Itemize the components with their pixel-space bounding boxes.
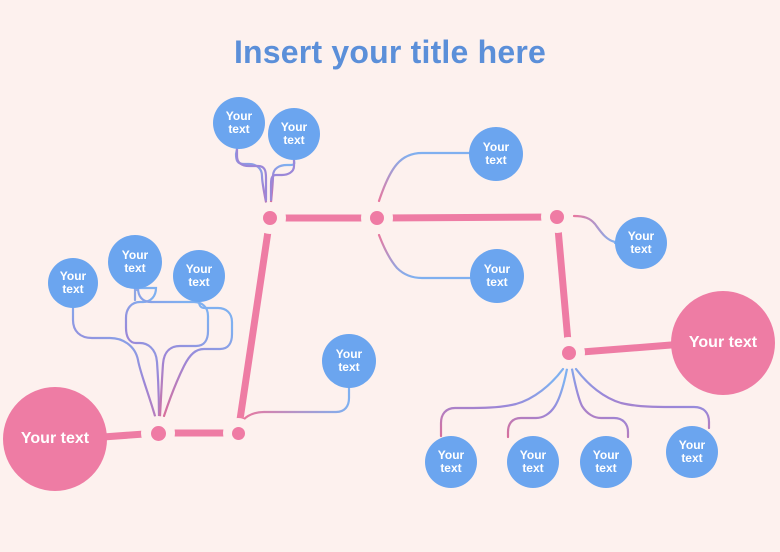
bubble-left-b-label: Your text (121, 248, 149, 275)
bubble-center[interactable]: Your text (322, 334, 376, 388)
joint-top-2[interactable] (361, 202, 393, 234)
bubble-bottom-a-label: Your text (437, 448, 465, 475)
bubble-left-c-label: Your text (185, 262, 213, 289)
bubble-mid-b[interactable]: Your text (470, 249, 524, 303)
bubble-bottom-c-label: Your text (592, 448, 620, 475)
joint-left-2[interactable] (223, 418, 253, 448)
bubble-right-a-label: Your text (627, 229, 655, 256)
joint-top-3[interactable] (541, 201, 573, 233)
joint-top-1-dot (263, 211, 277, 225)
root-circle-left[interactable]: Your text (3, 387, 107, 491)
joint-top-1[interactable] (254, 202, 286, 234)
root-circle-left-label: Your text (20, 430, 90, 448)
bubble-top-a-label: Your text (225, 109, 253, 136)
bubble-bottom-a[interactable]: Your text (425, 436, 477, 488)
joint-left-2-dot (231, 426, 245, 440)
bubble-top-b[interactable]: Your text (268, 108, 320, 160)
root-circle-right-label: Your text (688, 334, 758, 352)
trunk-spine (99, 213, 675, 441)
bubble-bottom-b[interactable]: Your text (507, 436, 559, 488)
bubble-bottom-d-label: Your text (678, 438, 706, 465)
bubble-bottom-d[interactable]: Your text (666, 426, 718, 478)
root-circle-right[interactable]: Your text (671, 291, 775, 395)
joint-right-1-dot (562, 346, 576, 360)
joint-left-1[interactable] (141, 416, 175, 450)
bubble-bottom-c[interactable]: Your text (580, 436, 632, 488)
joint-top-3-dot (550, 210, 564, 224)
bubble-top-a[interactable]: Your text (213, 97, 265, 149)
bubble-left-b[interactable]: Your text (108, 235, 162, 289)
joint-right-1[interactable] (553, 337, 585, 369)
mindmap-canvas: Insert your title here Your text Your te… (0, 0, 780, 552)
bubble-bottom-b-label: Your text (519, 448, 547, 475)
bubble-left-a-label: Your text (59, 269, 87, 296)
joint-top-2-dot (370, 211, 384, 225)
wire-center-bubble (241, 386, 351, 422)
joint-left-1-dot (150, 425, 166, 441)
bubble-mid-a[interactable]: Your text (469, 127, 523, 181)
bubble-center-label: Your text (335, 347, 363, 374)
bubble-right-a[interactable]: Your text (615, 217, 667, 269)
wires-bottom-cluster (439, 367, 711, 439)
wires-left-cluster (71, 286, 234, 418)
bubble-left-c[interactable]: Your text (173, 250, 225, 302)
bubble-mid-b-label: Your text (483, 262, 511, 289)
bubble-top-b-label: Your text (280, 120, 308, 147)
wire-right-bubble (572, 214, 617, 245)
bubble-mid-a-label: Your text (482, 140, 510, 167)
bubble-left-a[interactable]: Your text (48, 258, 98, 308)
